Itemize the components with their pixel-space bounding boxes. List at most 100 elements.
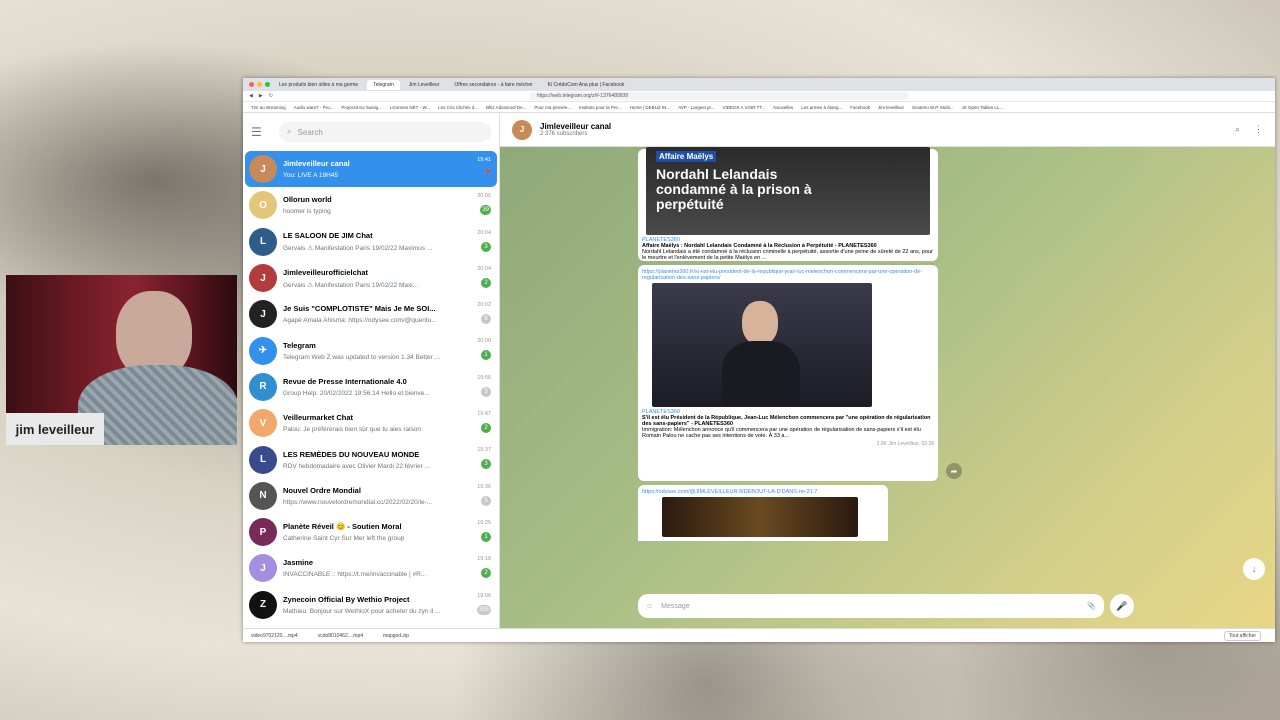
search-icon[interactable]: ⌕ [1235,124,1240,135]
bookmark[interactable]: Home | DEBUZ IN... [630,105,670,110]
chat-avatar: N [249,481,277,510]
link-preview-image[interactable] [662,497,858,537]
forward-icon[interactable]: ▶ [259,93,263,99]
bookmark[interactable]: Soutenu W.P. Multi... [912,105,953,110]
browser-tab[interactable]: Ki CrédoCom Ana plus | Facebook [542,80,631,90]
browser-tab[interactable]: Jim Leveilleur [403,80,446,90]
channel-header[interactable]: J Jimleveilleur canal 2 376 subscribers … [500,113,1275,147]
chat-avatar: R [249,372,277,401]
chat-title: Ollorun world [283,195,332,205]
chat-time: 20:00 [477,338,491,345]
chat-last-message: hoomer is typing [283,208,331,216]
emoji-icon[interactable]: ☺ [646,603,653,610]
bookmark[interactable]: Les Cris Clichés d... [438,105,478,110]
menu-icon[interactable]: ☰ [251,125,267,139]
message-bubble[interactable]: Affaire Maëlys Nordahl Lelandais condamn… [638,147,938,269]
bookmark[interactable]: Pour ma pensée... [534,105,571,110]
bookmark[interactable]: JS Open Tables LL... [961,105,1003,110]
reload-icon[interactable]: ↻ [269,93,273,99]
unread-badge: 3 [481,386,491,397]
chat-list-item[interactable]: L LE SALOON DE JIM Chat Gervais ⚠ Manifest… [245,224,497,260]
bookmark[interactable]: VIDEOS A VOIR TT... [722,105,765,110]
url-input[interactable]: https://web.telegram.org/z/#-1376489939 [528,92,909,100]
bookmark[interactable]: Bltiz Advanced De... [486,105,526,110]
chat-time: 19:56 [477,374,491,381]
bookmark[interactable]: Tim au streaming [251,105,286,110]
search-placeholder: Search [297,127,323,137]
browser-tab-telegram[interactable]: Telegram [367,79,400,90]
chat-list-item[interactable]: J Jimleveilleurofficielchat Gervais ⚠ Mani… [245,260,497,296]
maximize-window-icon[interactable] [265,82,270,87]
microphone-button[interactable]: 🎤 [1110,594,1134,618]
chat-time: 20:02 [477,302,491,309]
chat-time: 19:06 [477,592,491,599]
message-composer[interactable]: ☺ Message 📎 [638,594,1104,618]
bookmark[interactable]: Jim leveilleur [878,105,904,110]
chat-list-item[interactable]: J Jimleveilleur canal You: LIVE A 19H45 19:… [245,151,497,188]
bookmark[interactable]: Les armes à étang... [801,105,842,110]
browser-tab[interactable]: Offres secondaires - à faire mécher [448,80,538,90]
chat-avatar: J [249,554,277,583]
close-window-icon[interactable] [249,82,254,87]
bookmark[interactable]: Audio ware7 - Pro... [294,105,334,110]
show-all-downloads-button[interactable]: Tout afficher [1223,630,1261,641]
more-options-icon[interactable]: ⋮ [1254,124,1263,135]
forward-icon[interactable]: ➦ [946,463,962,479]
chat-time: 19:47 [477,411,491,418]
news-headline: Nordahl Lelandais condamné à la prison à… [656,166,812,212]
chat-list-item[interactable]: N Nouvel Ordre Mondial https://www.nouvelo… [245,478,497,514]
attach-icon[interactable]: 📎 [1087,602,1096,610]
chat-title: Veilleurmarket Chat [283,413,354,423]
download-item[interactable]: vcdo8010462....mp4 [318,633,363,639]
chat-list-item[interactable]: Z Zynecoin Official By Wethio Project Math… [245,587,497,623]
chat-time: 20:05 [477,193,491,200]
back-icon[interactable]: ◀ [249,93,253,99]
link-preview-image[interactable] [652,283,872,407]
unread-badge: 2 [481,423,491,434]
minimize-window-icon[interactable] [257,82,262,87]
chat-list-item[interactable]: L LES REMÈDES DU NOUVEAU MONDE RDV hebdoma… [245,441,497,477]
message-input[interactable]: Message [661,603,1079,610]
unread-badge: 335 [476,604,491,615]
download-item[interactable]: mapgod.zip [383,633,409,639]
bookmark[interactable]: ProjectSAU Suivig... [341,105,382,110]
chat-avatar: P [249,518,277,547]
chat-last-message: Agapè Amala Ahisma: https://odysee.com/@… [283,317,437,325]
chat-title: Planète Réveil 😊 - Soutien Moral [283,522,402,532]
chat-list-item[interactable]: P Planète Réveil 😊 - Soutien Moral Catheri… [245,514,497,550]
preview-title: S'il est élu Président de la République,… [642,415,931,427]
chat-time: 19:37 [477,447,491,454]
scroll-down-button[interactable]: ↓ [1243,558,1265,580]
search-input[interactable]: ⌕ Search [279,122,491,142]
message-bubble[interactable]: https://odysee.com/@JIMLEVEILLEUR:9/DEBO… [638,485,888,541]
chat-list-item[interactable]: V Veilleurmarket Chat Palou: Je préférerai… [245,405,497,441]
bookmark[interactable]: Nouvelles [773,105,793,110]
bookmark[interactable]: LGonnes NET - W... [390,105,430,110]
chat-avatar: J [249,264,277,293]
browser-tab[interactable]: Les produits bien utiles à ma germe [273,80,364,90]
browser-tabbar: Les produits bien utiles à ma germe Tele… [243,78,1275,91]
chat-time: 20:04 [477,265,491,272]
channel-subscribers: 2 376 subscribers [540,131,588,137]
chat-last-message: Group Help: 20/02/2022 19:56:14 Hello et… [283,389,430,397]
news-tag: Affaire Maëlys [656,151,717,162]
message-link[interactable]: https://odysee.com/@JIMLEVEILLEUR:9/DEBO… [642,489,884,495]
bookmark[interactable]: Instituts pour la Pre... [579,105,622,110]
chat-list-item[interactable]: R Revue de Presse Internationale 4.0 Group… [245,369,497,405]
unread-badge: 2 [481,568,491,579]
downloads-bar: video9702120....mp4 vcdo8010462....mp4 m… [243,628,1275,642]
chat-last-message: INVACCINABLE :: https://t.me/invaccinabl… [283,571,427,579]
channel-avatar: J [512,119,532,140]
unread-badge: 1 [481,531,491,542]
message-link[interactable]: https://planetes360.fr/si-est-elu-presid… [642,269,934,281]
chat-list-item[interactable]: ✈ Telegram Telegram Web Z was updated to v… [245,332,497,368]
chat-last-message: Mathieu: Bonjour sur WethioX pour achete… [283,607,441,615]
message-bubble[interactable]: https://planetes360.fr/si-est-elu-presid… [638,265,938,481]
chat-list-item[interactable]: O Ollorun world hoomer is typing 20:05 39 [245,187,497,223]
download-item[interactable]: video9702120....mp4 [251,633,298,639]
chat-list-item[interactable]: J Jasmine INVACCINABLE :: https://t.me/inv… [245,550,497,586]
chat-list-item[interactable]: J Je Suis "COMPLOTISTE" Mais Je Me SOI...… [245,296,497,332]
bookmark[interactable]: Facebook [850,105,870,110]
bookmark[interactable]: AVP - Largest pr... [678,105,714,110]
link-preview-image[interactable]: Affaire Maëlys Nordahl Lelandais condamn… [646,147,930,235]
